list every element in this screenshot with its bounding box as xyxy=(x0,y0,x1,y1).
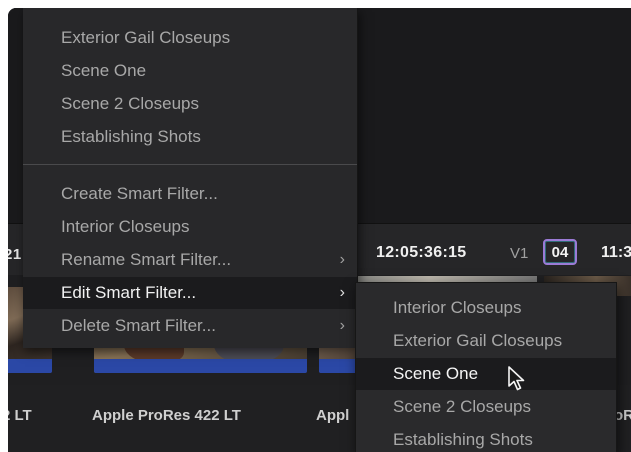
clip-color-bar xyxy=(94,359,307,373)
submenu-item-scene-one[interactable]: Scene One xyxy=(356,358,616,390)
menu-item-edit-smart-filter[interactable]: Edit Smart Filter... › xyxy=(23,277,357,309)
clip-codec-label: Appl xyxy=(316,407,350,424)
submenu-item-label: Scene 2 Closeups xyxy=(393,397,531,416)
menu-item-create-smart-filter[interactable]: Create Smart Filter... xyxy=(23,178,357,210)
edit-smart-filter-submenu: Interior Closeups Exterior Gail Closeups… xyxy=(355,282,617,452)
menu-item-scene-one[interactable]: Scene One xyxy=(23,55,357,87)
chevron-right-icon: › xyxy=(339,317,345,334)
clip-color-bar xyxy=(8,359,52,373)
menu-item-rename-smart-filter[interactable]: Rename Smart Filter... › xyxy=(23,244,357,276)
submenu-item-label: Scene One xyxy=(393,364,479,383)
menu-item-label: Edit Smart Filter... xyxy=(61,283,197,302)
submenu-item-interior-closeups[interactable]: Interior Closeups xyxy=(356,292,616,324)
menu-item-label: Exterior Gail Closeups xyxy=(61,28,231,47)
submenu-item-scene-2-closeups[interactable]: Scene 2 Closeups xyxy=(356,391,616,423)
menu-item-delete-smart-filter[interactable]: Delete Smart Filter... › xyxy=(23,310,357,342)
app-window: 21 12:05:36:15 V1 04 11:3 2 LT Apple Pro… xyxy=(8,8,631,452)
submenu-item-label: Establishing Shots xyxy=(393,430,533,449)
menu-item-exterior-gail-closeups[interactable]: Exterior Gail Closeups xyxy=(23,22,357,54)
submenu-item-label: Exterior Gail Closeups xyxy=(393,331,563,350)
menu-item-label: Create Smart Filter... xyxy=(61,184,218,203)
menu-item-label: Scene 2 Closeups xyxy=(61,94,199,113)
menu-item-label: Establishing Shots xyxy=(61,127,201,146)
menu-item-label: Delete Smart Filter... xyxy=(61,316,216,335)
track-number-badge[interactable]: 04 xyxy=(543,239,577,265)
menu-item-label: Rename Smart Filter... xyxy=(61,250,232,269)
current-timecode: 12:05:36:15 xyxy=(376,244,467,261)
menu-separator xyxy=(23,164,357,165)
menu-item-label: Scene One xyxy=(61,61,147,80)
timecode-fragment-right: 11:3 xyxy=(601,244,631,261)
clip-color-bar xyxy=(319,359,359,373)
menu-item-establishing-shots[interactable]: Establishing Shots xyxy=(23,121,357,153)
mouse-pointer-icon xyxy=(508,366,525,391)
track-label: V1 xyxy=(510,245,529,262)
chevron-right-icon: › xyxy=(339,251,345,268)
clip-codec-label: Apple ProRes 422 LT xyxy=(92,407,241,424)
clip-codec-label: 2 LT xyxy=(8,407,32,424)
timecode-fragment-left: 21 xyxy=(8,246,22,263)
chevron-right-icon: › xyxy=(339,284,345,301)
menu-item-label: Interior Closeups xyxy=(61,217,190,236)
menu-item-scene-2-closeups[interactable]: Scene 2 Closeups xyxy=(23,88,357,120)
submenu-item-establishing-shots[interactable]: Establishing Shots xyxy=(356,424,616,452)
menu-item-interior-closeups[interactable]: Interior Closeups xyxy=(23,211,357,243)
submenu-item-exterior-gail-closeups[interactable]: Exterior Gail Closeups xyxy=(356,325,616,357)
submenu-item-label: Interior Closeups xyxy=(393,298,522,317)
smart-filter-context-menu: Exterior Gail Closeups Scene One Scene 2… xyxy=(23,8,358,348)
